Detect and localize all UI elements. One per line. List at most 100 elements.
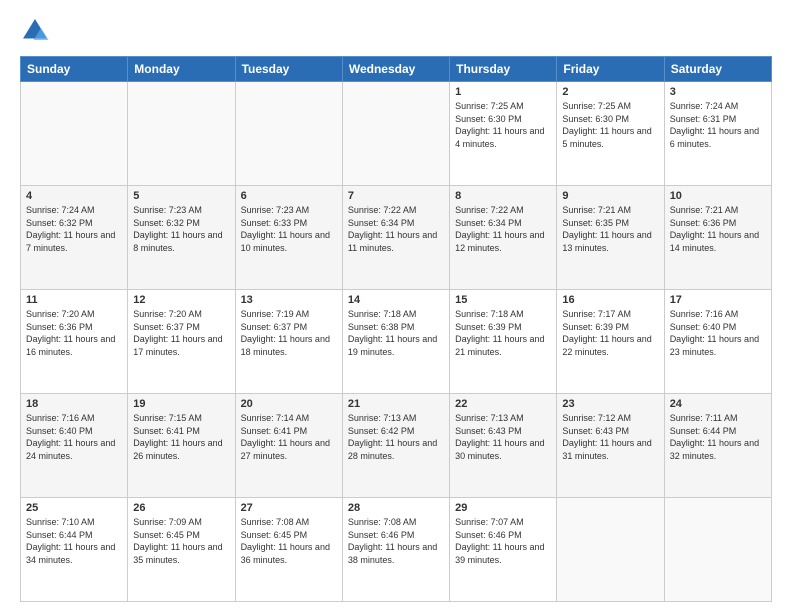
day-number: 14 <box>348 294 444 306</box>
day-number: 17 <box>670 294 766 306</box>
calendar-day-header: Saturday <box>664 57 771 82</box>
day-number: 10 <box>670 190 766 202</box>
page: SundayMondayTuesdayWednesdayThursdayFrid… <box>0 0 792 612</box>
calendar-cell: 28 Sunrise: 7:08 AM Sunset: 6:46 PM Dayli… <box>342 498 449 602</box>
day-info: Sunrise: 7:08 AM Sunset: 6:46 PM Dayligh… <box>348 516 444 566</box>
day-number: 16 <box>562 294 658 306</box>
calendar-cell <box>557 498 664 602</box>
calendar-day-header: Friday <box>557 57 664 82</box>
calendar-week-row: 4 Sunrise: 7:24 AM Sunset: 6:32 PM Daylig… <box>21 186 772 290</box>
calendar-cell: 25Sunrise: 7:10 AM Sunset: 6:44 PM Dayli… <box>21 498 128 602</box>
calendar-cell: 21 Sunrise: 7:13 AM Sunset: 6:42 PM Dayli… <box>342 394 449 498</box>
calendar-table: SundayMondayTuesdayWednesdayThursdayFrid… <box>20 56 772 602</box>
logo <box>20 16 54 46</box>
calendar-cell: 3 Sunrise: 7:24 AM Sunset: 6:31 PM Daylig… <box>664 82 771 186</box>
calendar-cell <box>342 82 449 186</box>
day-info: Sunrise: 7:24 AM Sunset: 6:31 PM Dayligh… <box>670 100 766 150</box>
day-info: Sunrise: 7:08 AM Sunset: 6:45 PM Dayligh… <box>241 516 337 566</box>
calendar-cell <box>128 82 235 186</box>
day-number: 2 <box>562 86 658 98</box>
day-info: Sunrise: 7:18 AM Sunset: 6:38 PM Dayligh… <box>348 308 444 358</box>
day-number: 21 <box>348 398 444 410</box>
day-info: Sunrise: 7:22 AM Sunset: 6:34 PM Dayligh… <box>455 204 551 254</box>
day-number: 19 <box>133 398 229 410</box>
calendar-cell: 12 Sunrise: 7:20 AM Sunset: 6:37 PM Dayli… <box>128 290 235 394</box>
calendar-header-row: SundayMondayTuesdayWednesdayThursdayFrid… <box>21 57 772 82</box>
calendar-cell: 20 Sunrise: 7:14 AM Sunset: 6:41 PM Dayli… <box>235 394 342 498</box>
calendar-day-header: Thursday <box>450 57 557 82</box>
calendar-cell: 13 Sunrise: 7:19 AM Sunset: 6:37 PM Dayli… <box>235 290 342 394</box>
calendar-cell: 16 Sunrise: 7:17 AM Sunset: 6:39 PM Dayli… <box>557 290 664 394</box>
day-number: 29 <box>455 502 551 514</box>
day-info: Sunrise: 7:19 AM Sunset: 6:37 PM Dayligh… <box>241 308 337 358</box>
day-info: Sunrise: 7:21 AM Sunset: 6:35 PM Dayligh… <box>562 204 658 254</box>
day-number: 6 <box>241 190 337 202</box>
day-number: 8 <box>455 190 551 202</box>
day-number: 23 <box>562 398 658 410</box>
calendar-cell: 19 Sunrise: 7:15 AM Sunset: 6:41 PM Dayli… <box>128 394 235 498</box>
day-number: 28 <box>348 502 444 514</box>
day-info: Sunrise: 7:16 AM Sunset: 6:40 PM Dayligh… <box>26 412 122 462</box>
day-number: 26 <box>133 502 229 514</box>
day-info: Sunrise: 7:07 AM Sunset: 6:46 PM Dayligh… <box>455 516 551 566</box>
calendar-day-header: Monday <box>128 57 235 82</box>
calendar-cell <box>664 498 771 602</box>
day-number: 5 <box>133 190 229 202</box>
calendar-day-header: Wednesday <box>342 57 449 82</box>
day-info: Sunrise: 7:12 AM Sunset: 6:43 PM Dayligh… <box>562 412 658 462</box>
day-info: Sunrise: 7:21 AM Sunset: 6:36 PM Dayligh… <box>670 204 766 254</box>
calendar-cell: 18Sunrise: 7:16 AM Sunset: 6:40 PM Dayli… <box>21 394 128 498</box>
day-number: 27 <box>241 502 337 514</box>
day-info: Sunrise: 7:18 AM Sunset: 6:39 PM Dayligh… <box>455 308 551 358</box>
calendar-cell: 2Sunrise: 7:25 AM Sunset: 6:30 PM Daylig… <box>557 82 664 186</box>
calendar-cell: 9 Sunrise: 7:21 AM Sunset: 6:35 PM Daylig… <box>557 186 664 290</box>
day-info: Sunrise: 7:22 AM Sunset: 6:34 PM Dayligh… <box>348 204 444 254</box>
calendar-week-row: 11 Sunrise: 7:20 AM Sunset: 6:36 PM Dayli… <box>21 290 772 394</box>
logo-icon <box>20 16 50 46</box>
calendar-week-row: 25Sunrise: 7:10 AM Sunset: 6:44 PM Dayli… <box>21 498 772 602</box>
day-number: 7 <box>348 190 444 202</box>
day-number: 11 <box>26 294 122 306</box>
day-number: 9 <box>562 190 658 202</box>
day-info: Sunrise: 7:23 AM Sunset: 6:33 PM Dayligh… <box>241 204 337 254</box>
day-info: Sunrise: 7:13 AM Sunset: 6:42 PM Dayligh… <box>348 412 444 462</box>
calendar-cell: 26 Sunrise: 7:09 AM Sunset: 6:45 PM Dayli… <box>128 498 235 602</box>
day-info: Sunrise: 7:20 AM Sunset: 6:37 PM Dayligh… <box>133 308 229 358</box>
day-number: 1 <box>455 86 551 98</box>
day-info: Sunrise: 7:14 AM Sunset: 6:41 PM Dayligh… <box>241 412 337 462</box>
day-info: Sunrise: 7:15 AM Sunset: 6:41 PM Dayligh… <box>133 412 229 462</box>
day-info: Sunrise: 7:24 AM Sunset: 6:32 PM Dayligh… <box>26 204 122 254</box>
calendar-cell: 4 Sunrise: 7:24 AM Sunset: 6:32 PM Daylig… <box>21 186 128 290</box>
header <box>20 16 772 46</box>
day-info: Sunrise: 7:17 AM Sunset: 6:39 PM Dayligh… <box>562 308 658 358</box>
day-number: 12 <box>133 294 229 306</box>
calendar-day-header: Sunday <box>21 57 128 82</box>
calendar-cell: 7 Sunrise: 7:22 AM Sunset: 6:34 PM Daylig… <box>342 186 449 290</box>
calendar-cell <box>235 82 342 186</box>
day-number: 4 <box>26 190 122 202</box>
day-info: Sunrise: 7:09 AM Sunset: 6:45 PM Dayligh… <box>133 516 229 566</box>
calendar-cell: 29 Sunrise: 7:07 AM Sunset: 6:46 PM Dayli… <box>450 498 557 602</box>
calendar-cell: 5 Sunrise: 7:23 AM Sunset: 6:32 PM Daylig… <box>128 186 235 290</box>
day-info: Sunrise: 7:20 AM Sunset: 6:36 PM Dayligh… <box>26 308 122 358</box>
calendar-cell <box>21 82 128 186</box>
day-number: 13 <box>241 294 337 306</box>
day-number: 3 <box>670 86 766 98</box>
calendar-cell: 23 Sunrise: 7:12 AM Sunset: 6:43 PM Dayli… <box>557 394 664 498</box>
day-info: Sunrise: 7:25 AM Sunset: 6:30 PM Dayligh… <box>455 100 551 150</box>
calendar-cell: 10 Sunrise: 7:21 AM Sunset: 6:36 PM Dayli… <box>664 186 771 290</box>
day-info: Sunrise: 7:10 AM Sunset: 6:44 PM Dayligh… <box>26 516 122 566</box>
day-number: 20 <box>241 398 337 410</box>
day-info: Sunrise: 7:16 AM Sunset: 6:40 PM Dayligh… <box>670 308 766 358</box>
calendar-cell: 15 Sunrise: 7:18 AM Sunset: 6:39 PM Dayli… <box>450 290 557 394</box>
calendar-cell: 22Sunrise: 7:13 AM Sunset: 6:43 PM Dayli… <box>450 394 557 498</box>
calendar-cell: 17 Sunrise: 7:16 AM Sunset: 6:40 PM Dayli… <box>664 290 771 394</box>
calendar-cell: 24Sunrise: 7:11 AM Sunset: 6:44 PM Dayli… <box>664 394 771 498</box>
day-number: 15 <box>455 294 551 306</box>
calendar-day-header: Tuesday <box>235 57 342 82</box>
calendar-week-row: 1 Sunrise: 7:25 AM Sunset: 6:30 PM Daylig… <box>21 82 772 186</box>
day-info: Sunrise: 7:13 AM Sunset: 6:43 PM Dayligh… <box>455 412 551 462</box>
calendar-week-row: 18Sunrise: 7:16 AM Sunset: 6:40 PM Dayli… <box>21 394 772 498</box>
day-number: 24 <box>670 398 766 410</box>
day-info: Sunrise: 7:23 AM Sunset: 6:32 PM Dayligh… <box>133 204 229 254</box>
